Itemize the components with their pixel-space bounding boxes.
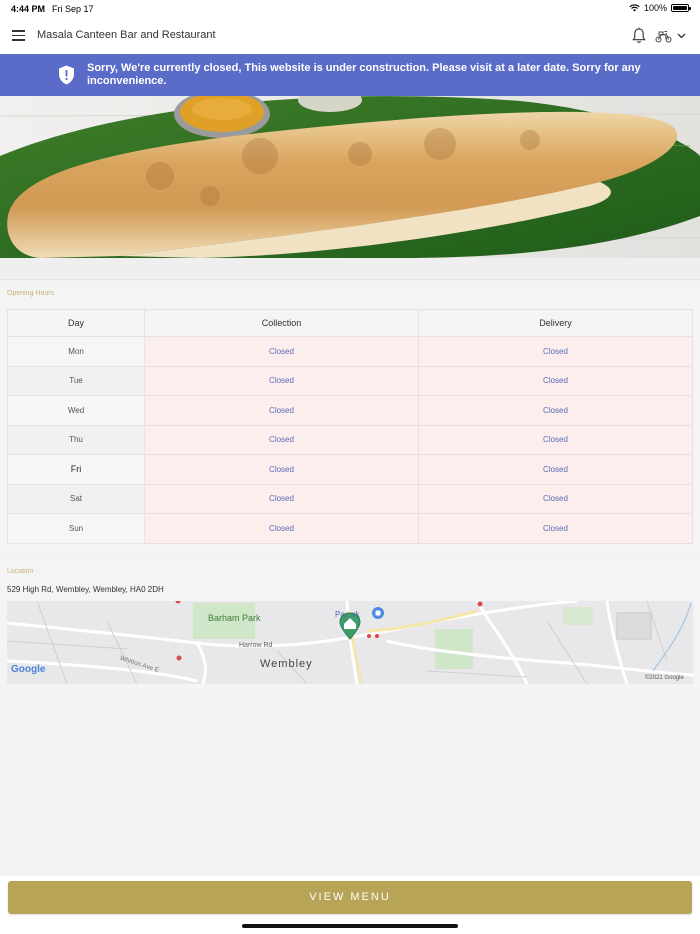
map-road-label: Harrow Rd: [239, 642, 273, 649]
collection-status: Closed: [144, 395, 419, 426]
map-copyright: ©2021 Google: [645, 675, 684, 681]
table-row-today: Fri Closed Closed: [7, 454, 693, 485]
map-poi-label: Pa…rk: [335, 610, 360, 619]
location-map[interactable]: Barham Park Harrow Rd Whitton Ave E Wemb…: [7, 601, 693, 684]
section-divider: [0, 258, 700, 280]
delivery-status: Closed: [418, 424, 693, 455]
delivery-status: Closed: [418, 513, 693, 544]
app-header: Masala Canteen Bar and Restaurant: [0, 18, 700, 54]
opening-hours-section: Opening Hours Day Collection Delivery Mo…: [0, 282, 700, 554]
closed-banner: Sorry, We're currently closed, This webs…: [0, 54, 700, 96]
google-logo: Google: [11, 664, 46, 675]
day-cell: Fri: [7, 454, 145, 485]
day-cell: Wed: [7, 395, 145, 426]
order-mode-selector[interactable]: [655, 27, 691, 45]
day-cell: Tue: [7, 365, 145, 396]
opening-hours-label: Opening Hours: [7, 290, 55, 297]
hero-image: [0, 96, 700, 258]
restaurant-title: Masala Canteen Bar and Restaurant: [37, 29, 216, 41]
table-row: Thu Closed Closed: [7, 424, 693, 455]
home-indicator: [242, 924, 458, 928]
delivery-column-header: Delivery: [418, 309, 693, 337]
opening-hours-table: Day Collection Delivery Mon Closed Close…: [7, 309, 693, 544]
collection-column-header: Collection: [144, 309, 419, 337]
delivery-status: Closed: [418, 454, 693, 485]
day-cell: Mon: [7, 336, 145, 367]
day-cell: Thu: [7, 424, 145, 455]
day-cell: Sat: [7, 483, 145, 514]
battery-icon: [671, 4, 691, 12]
collection-status: Closed: [144, 365, 419, 396]
shield-icon: [59, 65, 74, 85]
collection-status: Closed: [144, 483, 419, 514]
day-column-header: Day: [7, 309, 145, 337]
table-row: Tue Closed Closed: [7, 365, 693, 396]
collection-status: Closed: [144, 454, 419, 485]
table-header-row: Day Collection Delivery: [7, 309, 693, 337]
collection-status: Closed: [144, 513, 419, 544]
menu-icon[interactable]: [12, 30, 25, 41]
table-row: Wed Closed Closed: [7, 395, 693, 426]
view-menu-button[interactable]: VIEW MENU: [8, 881, 692, 914]
day-cell: Sun: [7, 513, 145, 544]
bell-icon[interactable]: [631, 27, 647, 45]
chevron-down-icon: [677, 33, 686, 39]
collection-status: Closed: [144, 424, 419, 455]
status-time: 4:44 PM: [11, 4, 46, 14]
map-park-label: Barham Park: [208, 613, 261, 623]
delivery-status: Closed: [418, 336, 693, 367]
closed-message: Sorry, We're currently closed, This webs…: [87, 62, 641, 87]
status-date: Fri Sep 17: [52, 4, 94, 14]
map-area-label: Wembley: [260, 658, 313, 670]
status-indicators: 100%: [629, 3, 691, 13]
delivery-status: Closed: [418, 395, 693, 426]
table-row: Sun Closed Closed: [7, 513, 693, 544]
collection-status: Closed: [144, 336, 419, 367]
delivery-status: Closed: [418, 365, 693, 396]
table-row: Sat Closed Closed: [7, 483, 693, 514]
status-bar: 4:44 PM Fri Sep 17 100%: [0, 0, 700, 18]
wifi-icon: [629, 4, 640, 12]
location-section: Location 529 High Rd, Wembley, Wembley, …: [0, 558, 700, 690]
location-label: Location: [7, 568, 34, 575]
address-text: 529 High Rd, Wembley, Wembley, HA0 2DH: [7, 585, 164, 594]
table-row: Mon Closed Closed: [7, 336, 693, 367]
scooter-icon: [655, 30, 672, 42]
delivery-status: Closed: [418, 483, 693, 514]
battery-percent: 100%: [643, 3, 667, 13]
